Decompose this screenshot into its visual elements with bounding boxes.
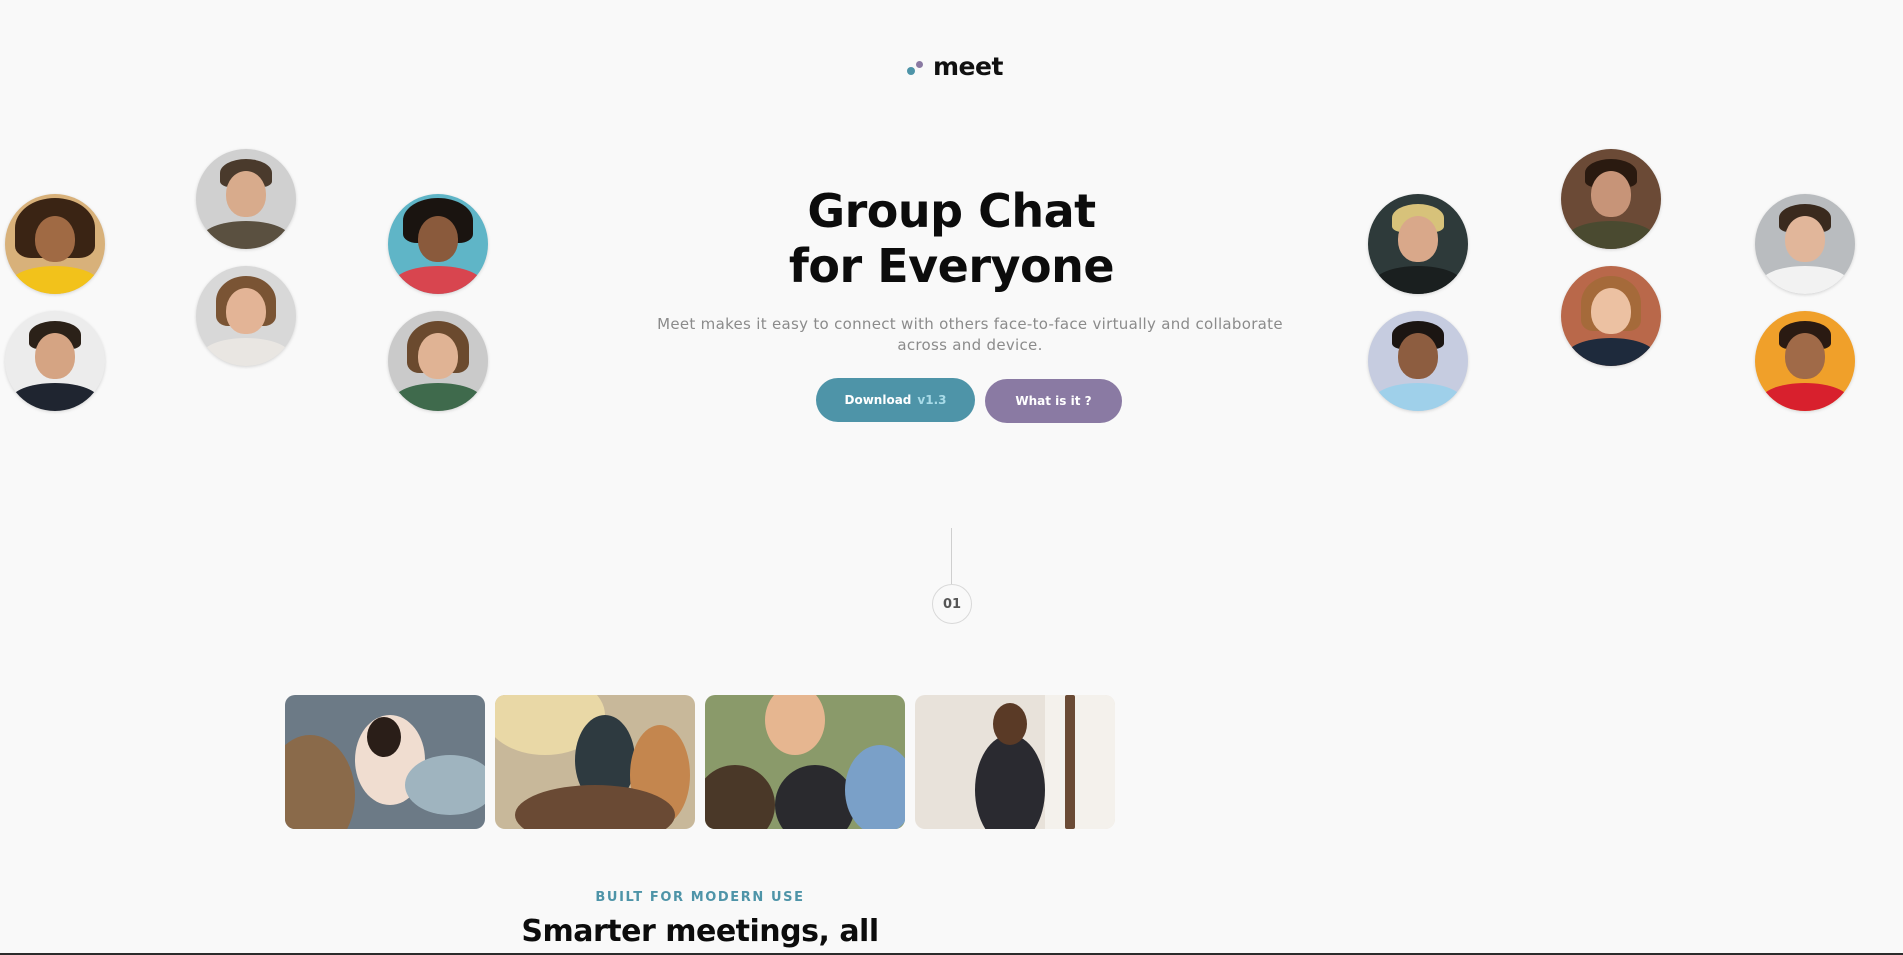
brand-name: meet (933, 52, 1003, 81)
avatar-man-suit (5, 311, 105, 411)
download-version-badge: v1.3 (917, 393, 947, 407)
section-eyebrow: BUILT FOR MODERN USE (595, 890, 805, 905)
hero-title-line1: Group Chat (807, 184, 1096, 238)
landing-page: meet Group Chat for Everyone Meet makes … (0, 0, 1903, 955)
avatar-woman-red-top (1755, 311, 1855, 411)
photo-woman-laptop-office (285, 695, 485, 829)
photo-team-high-five (705, 695, 905, 829)
photo-cafe-meeting (495, 695, 695, 829)
download-button[interactable]: Download v1.3 (816, 378, 975, 422)
photo-man-thumbs-up (915, 695, 1115, 829)
hero-title-line2: for Everyone (788, 239, 1115, 293)
step-number-badge: 01 (932, 584, 972, 624)
hero-subtitle: Meet makes it easy to connect with other… (657, 315, 1283, 354)
avatar-man-curly-blue-shirt (1368, 311, 1468, 411)
hero-title: Group Chat for Everyone (0, 184, 1903, 294)
section-title: Smarter meetings, all (521, 914, 879, 949)
download-button-label: Download (844, 393, 912, 407)
brand-logo[interactable]: meet (907, 52, 1003, 81)
step-connector-line (951, 528, 952, 584)
avatar-woman-glasses (388, 311, 488, 411)
what-is-it-button[interactable]: What is it ? (985, 379, 1122, 423)
what-is-it-label: What is it ? (1015, 394, 1092, 408)
two-dots-logo-icon (907, 57, 927, 77)
